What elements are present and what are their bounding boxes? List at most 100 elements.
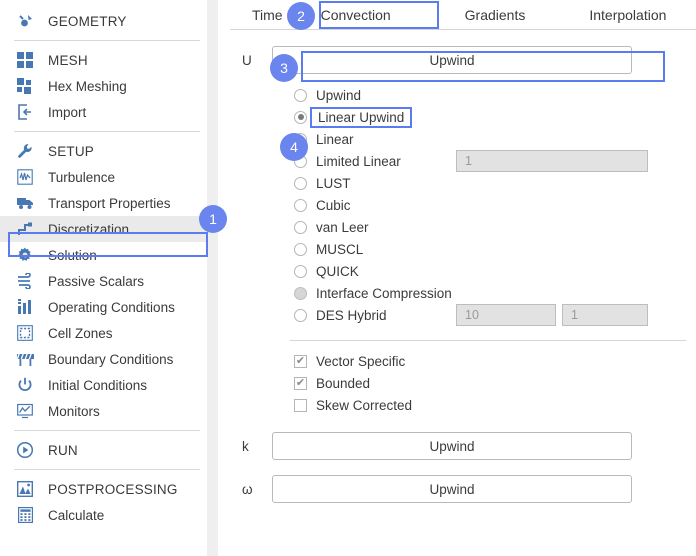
sidebar-item-label: Transport Properties <box>48 195 171 211</box>
sidebar-item-turbulence[interactable]: Turbulence <box>0 164 218 190</box>
sidebar: GEOMETRY MESH Hex Meshing Import SETUP T… <box>0 0 218 556</box>
sidebar-item-label: Boundary Conditions <box>48 351 174 367</box>
option-bounded[interactable]: Bounded <box>294 372 696 394</box>
radio-icon[interactable] <box>294 242 307 256</box>
sidebar-item-solution[interactable]: Solution <box>0 242 218 268</box>
tab-time[interactable]: Time <box>242 3 293 27</box>
sidebar-item-hex-meshing[interactable]: Hex Meshing <box>0 73 218 99</box>
power-icon <box>14 375 36 395</box>
tab-interpolation[interactable]: Interpolation <box>579 3 676 27</box>
sidebar-item-label: POSTPROCESSING <box>48 481 178 497</box>
scheme-option-label: Upwind <box>316 87 362 103</box>
cell-zones-icon <box>14 323 36 343</box>
sidebar-item-boundary-conditions[interactable]: Boundary Conditions <box>0 346 218 372</box>
discretization-panel: Time Convection Gradients Interpolation … <box>218 0 696 556</box>
callout-badge-4: 4 <box>280 133 308 161</box>
sidebar-item-setup[interactable]: SETUP <box>0 138 218 164</box>
wind-icon <box>14 271 36 291</box>
sidebar-item-initial-conditions[interactable]: Initial Conditions <box>0 372 218 398</box>
radio-icon[interactable] <box>294 176 307 190</box>
omega-field-label: ω <box>242 481 253 497</box>
sidebar-item-label: SETUP <box>48 143 95 159</box>
radio-icon[interactable] <box>294 286 307 300</box>
sidebar-item-label: GEOMETRY <box>48 13 127 29</box>
scheme-option-label: van Leer <box>316 219 369 235</box>
sidebar-item-run[interactable]: RUN <box>0 437 218 463</box>
limited-linear-coefficient-input[interactable]: 1 <box>456 150 648 172</box>
sidebar-item-passive-scalars[interactable]: Passive Scalars <box>0 268 218 294</box>
u-scheme-combo[interactable]: Upwind <box>272 46 632 74</box>
sidebar-item-label: RUN <box>48 442 78 458</box>
sidebar-item-label: Import <box>48 104 87 120</box>
callout-badge-2: 2 <box>287 2 315 30</box>
radio-icon[interactable] <box>294 198 307 212</box>
sidebar-scrollbar[interactable] <box>207 0 218 556</box>
radio-icon[interactable] <box>294 88 307 102</box>
scheme-option-limited-linear[interactable]: Limited Linear 1 <box>294 150 696 172</box>
scheme-options-group: Vector Specific Bounded Skew Corrected <box>294 350 696 416</box>
scheme-option-label: MUSCL <box>316 241 364 257</box>
callout-badge-3: 3 <box>270 54 298 82</box>
k-field-label: k <box>242 438 249 454</box>
sidebar-item-calculate[interactable]: Calculate <box>0 502 218 528</box>
sidebar-item-transport-properties[interactable]: Transport Properties <box>0 190 218 216</box>
sidebar-item-label: Calculate <box>48 507 105 523</box>
scheme-option-upwind[interactable]: Upwind <box>294 84 696 106</box>
sidebar-item-label: Initial Conditions <box>48 377 148 393</box>
discretization-icon <box>14 219 36 239</box>
sidebar-item-geometry[interactable]: GEOMETRY <box>0 8 218 34</box>
u-scheme-row: U Upwind <box>230 46 696 74</box>
import-icon <box>14 102 36 122</box>
sidebar-item-operating-conditions[interactable]: Operating Conditions <box>0 294 218 320</box>
bar-chart-icon <box>14 297 36 317</box>
sidebar-item-label: Monitors <box>48 403 100 419</box>
radio-icon[interactable] <box>294 110 307 124</box>
option-vector-specific[interactable]: Vector Specific <box>294 350 696 372</box>
checkbox-icon[interactable] <box>294 376 307 390</box>
scheme-option-des-hybrid[interactable]: DES Hybrid 10 1 <box>294 304 696 326</box>
mesh-icon <box>14 50 36 70</box>
sidebar-item-label: Passive Scalars <box>48 273 145 289</box>
checkbox-icon[interactable] <box>294 354 307 368</box>
omega-scheme-row: ω Upwind <box>230 475 696 503</box>
image-icon <box>14 479 36 499</box>
sidebar-item-discretization[interactable]: Discretization <box>0 216 218 242</box>
scheme-option-quick[interactable]: QUICK <box>294 260 696 282</box>
u-field-label: U <box>242 52 252 68</box>
option-label: Skew Corrected <box>316 397 413 413</box>
tab-convection[interactable]: Convection <box>310 3 401 27</box>
sidebar-divider <box>14 469 200 470</box>
wrench-icon <box>14 141 36 161</box>
des-hybrid-input-1[interactable]: 10 <box>456 304 556 326</box>
sidebar-item-cell-zones[interactable]: Cell Zones <box>0 320 218 346</box>
sidebar-divider <box>14 131 200 132</box>
scheme-option-interface-compression[interactable]: Interface Compression <box>294 282 696 304</box>
option-skew-corrected[interactable]: Skew Corrected <box>294 394 696 416</box>
sidebar-item-mesh[interactable]: MESH <box>0 47 218 73</box>
k-scheme-combo[interactable]: Upwind <box>272 432 632 460</box>
scheme-option-cubic[interactable]: Cubic <box>294 194 696 216</box>
sidebar-divider <box>14 430 200 431</box>
des-hybrid-input-2[interactable]: 1 <box>562 304 648 326</box>
sidebar-item-label: Hex Meshing <box>48 78 127 94</box>
scheme-option-label: Linear <box>316 131 354 147</box>
omega-scheme-combo[interactable]: Upwind <box>272 475 632 503</box>
radio-icon[interactable] <box>294 220 307 234</box>
checkbox-icon[interactable] <box>294 398 307 412</box>
radio-icon[interactable] <box>294 308 307 322</box>
play-icon <box>14 440 36 460</box>
sidebar-item-monitors[interactable]: Monitors <box>0 398 218 424</box>
scheme-option-muscl[interactable]: MUSCL <box>294 238 696 260</box>
scheme-option-linear[interactable]: Linear <box>294 128 696 150</box>
tab-gradients[interactable]: Gradients <box>455 3 536 27</box>
sidebar-item-import[interactable]: Import <box>0 99 218 125</box>
scheme-option-label: LUST <box>316 175 351 191</box>
scheme-option-linear-upwind[interactable]: Linear Upwind <box>294 106 696 128</box>
scheme-option-van-leer[interactable]: van Leer <box>294 216 696 238</box>
radio-icon[interactable] <box>294 264 307 278</box>
sidebar-item-label: Solution <box>48 247 97 263</box>
scheme-option-lust[interactable]: LUST <box>294 172 696 194</box>
sidebar-item-postprocessing[interactable]: POSTPROCESSING <box>0 476 218 502</box>
option-label: Vector Specific <box>316 353 406 369</box>
sidebar-item-label: MESH <box>48 52 88 68</box>
